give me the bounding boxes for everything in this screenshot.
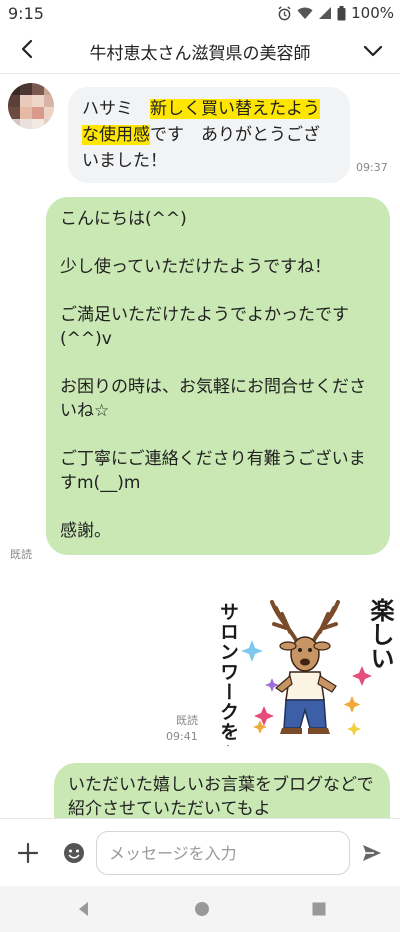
chat-header: 牛村恵太さん滋賀県の美容師 [0, 28, 400, 74]
incoming-message[interactable]: ハサミ 新しく買い替えたような使用感です ありがとうございました！ [68, 87, 350, 183]
sticker-message[interactable]: サロンワークを♪ 楽しい [212, 588, 398, 765]
message-line: こんにちは(^^) [60, 209, 187, 229]
status-time: 9:15 [8, 4, 44, 23]
chat-menu-button[interactable] [360, 38, 386, 64]
message-line: 感謝。 [60, 521, 111, 541]
signal-icon [318, 6, 332, 20]
message-line: ご丁寧にご連絡くださり有難うございますm(__)m [60, 449, 366, 493]
sticker-text-right: 楽しい [366, 597, 394, 670]
message-time: 09:41 [166, 730, 198, 743]
chevron-down-icon [363, 42, 383, 61]
sticker-text-vertical: サロンワークを♪ [217, 602, 239, 746]
wifi-icon [297, 6, 313, 20]
battery-icon [337, 5, 346, 21]
message-line: 少し使っていただけたようですね！ [60, 257, 332, 277]
nav-recent-button[interactable] [311, 901, 327, 917]
nav-home-button[interactable] [194, 901, 210, 917]
chat-title: 牛村恵太さん滋賀県の美容師 [89, 44, 311, 64]
status-bar: 9:15 100% [0, 0, 400, 28]
send-button[interactable] [360, 841, 384, 865]
outgoing-message[interactable]: いただいた嬉しいお言葉をブログなどで紹介させていただいてもよ [54, 763, 390, 818]
message-text: ハサミ [82, 99, 150, 119]
message-time: 09:37 [356, 161, 388, 174]
nav-back-button[interactable] [76, 901, 92, 917]
read-receipt: 既読 [10, 548, 32, 561]
system-nav-bar [0, 886, 400, 932]
message-line: お困りの時は、お気軽にお問合せくださいね☆ [60, 377, 366, 421]
outgoing-message[interactable]: こんにちは(^^) 少し使っていただけたようですね！ ご満足いただけたようでよか… [46, 197, 390, 555]
read-receipt: 既読 [176, 714, 198, 727]
chat-messages[interactable]: ハサミ 新しく買い替えたような使用感です ありがとうございました！ 09:37 … [0, 75, 400, 818]
contact-avatar[interactable] [8, 83, 54, 129]
message-line: (^^)v [60, 329, 112, 349]
message-input-bar [0, 818, 400, 886]
emoji-button[interactable] [62, 841, 86, 865]
add-button[interactable] [16, 841, 40, 865]
message-input[interactable] [96, 831, 350, 875]
send-icon [360, 845, 384, 869]
battery-level: 100% [351, 4, 394, 22]
plus-icon [16, 842, 40, 869]
message-line: ご満足いただけたようでよかったです [60, 305, 349, 325]
back-icon [20, 39, 34, 63]
back-button[interactable] [14, 38, 40, 64]
emoji-icon [62, 843, 86, 869]
message-text: いただいた嬉しいお言葉をブログなどで紹介させていただいてもよ [68, 775, 374, 818]
status-icons: 100% [277, 4, 394, 22]
alarm-icon [277, 5, 292, 21]
highlighted-text: 新しく買い替えた [150, 99, 286, 119]
